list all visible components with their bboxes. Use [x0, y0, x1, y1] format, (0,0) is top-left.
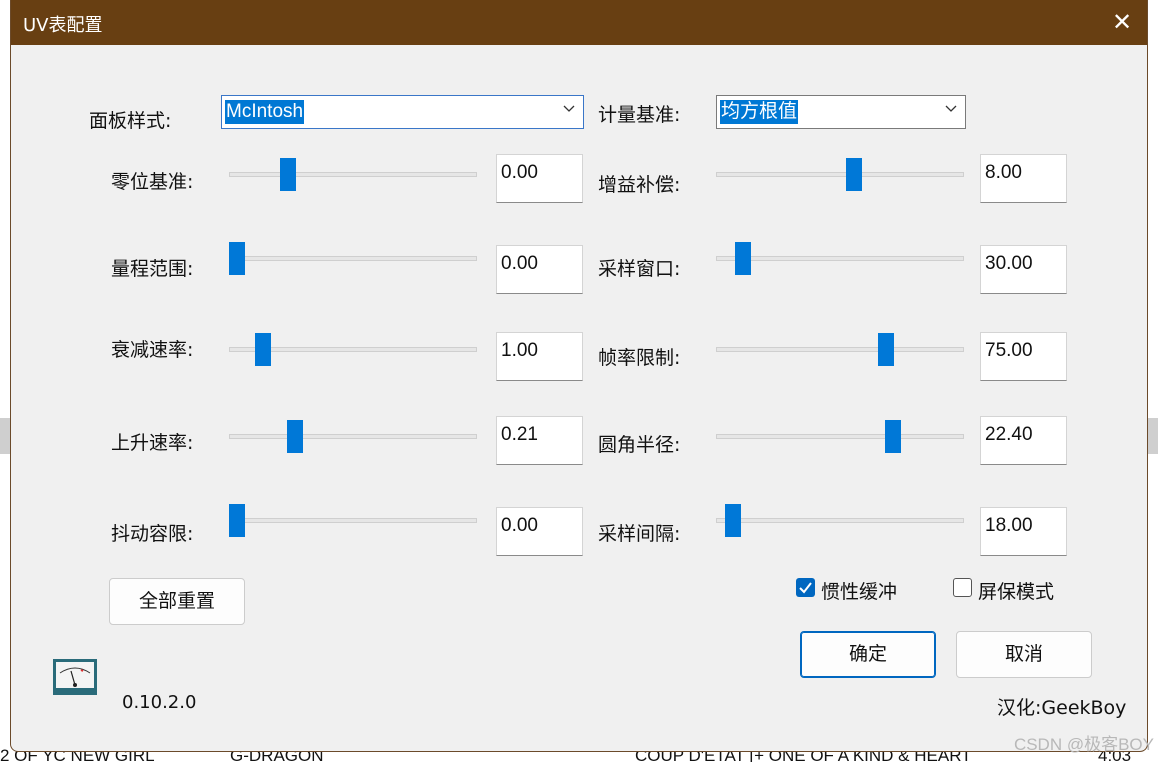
vu-meter-icon	[53, 659, 97, 695]
slider-track[interactable]	[229, 172, 477, 177]
slider-label: 上升速率:	[111, 432, 194, 454]
reset-all-button[interactable]: 全部重置	[109, 578, 245, 625]
title-bar: UV表配置 ✕	[11, 0, 1147, 45]
slider-thumb[interactable]	[287, 420, 303, 453]
slider-thumb[interactable]	[725, 504, 741, 537]
value-field[interactable]: 0.00	[496, 245, 583, 294]
slider-track[interactable]	[716, 347, 964, 352]
screensaver-checkbox[interactable]	[953, 578, 972, 597]
slider-label: 零位基准:	[111, 171, 194, 193]
slider-thumb[interactable]	[735, 242, 751, 275]
slider-track[interactable]	[716, 256, 964, 261]
version-text: 0.10.2.0	[122, 692, 197, 713]
csdn-watermark: CSDN @极客BOY	[1013, 735, 1154, 754]
slider-label: 量程范围:	[111, 258, 194, 280]
value-field[interactable]: 1.00	[496, 332, 583, 381]
value-field[interactable]: 0.00	[496, 154, 583, 203]
value-field[interactable]: 30.00	[980, 245, 1067, 294]
panel-style-label: 面板样式:	[89, 110, 172, 132]
slider-thumb[interactable]	[255, 333, 271, 366]
value-field[interactable]: 22.40	[980, 416, 1067, 465]
slider-track[interactable]	[229, 434, 477, 439]
uv-config-dialog: UV表配置 ✕ 面板样式: McIntosh 计量基准: 均方根值 零位基准: 0…	[10, 0, 1148, 752]
screensaver-label[interactable]: 屏保模式	[978, 577, 1054, 604]
window-title: UV表配置	[23, 15, 103, 36]
panel-style-value: McIntosh	[225, 100, 305, 124]
cancel-button[interactable]: 取消	[956, 631, 1092, 678]
slider-track[interactable]	[716, 172, 964, 177]
value-field[interactable]: 75.00	[980, 332, 1067, 381]
close-button[interactable]: ✕	[1097, 0, 1147, 45]
chevron-down-icon	[563, 105, 575, 112]
chevron-down-icon	[945, 105, 957, 112]
slider-track[interactable]	[716, 434, 964, 439]
slider-thumb[interactable]	[229, 504, 245, 537]
measure-basis-value: 均方根值	[720, 100, 799, 124]
inertia-checkbox[interactable]	[796, 578, 815, 597]
slider-track[interactable]	[229, 518, 477, 523]
ok-button[interactable]: 确定	[800, 631, 936, 678]
slider-thumb[interactable]	[229, 242, 245, 275]
panel-style-select[interactable]: McIntosh	[221, 95, 584, 129]
slider-thumb[interactable]	[878, 333, 894, 366]
slider-label: 采样窗口:	[598, 258, 681, 280]
slider-track[interactable]	[229, 256, 477, 261]
check-icon	[799, 582, 812, 594]
slider-label: 采样间隔:	[598, 523, 681, 545]
value-field[interactable]: 8.00	[980, 154, 1067, 203]
value-field[interactable]: 0.00	[496, 507, 583, 556]
slider-thumb[interactable]	[846, 158, 862, 191]
slider-track[interactable]	[716, 518, 964, 523]
slider-label: 帧率限制:	[598, 347, 681, 369]
slider-label: 抖动容限:	[111, 523, 194, 545]
slider-thumb[interactable]	[885, 420, 901, 453]
slider-label: 增益补偿:	[598, 174, 681, 196]
measure-basis-label: 计量基准:	[598, 104, 681, 126]
value-field[interactable]: 18.00	[980, 507, 1067, 556]
slider-thumb[interactable]	[280, 158, 296, 191]
value-field[interactable]: 0.21	[496, 416, 583, 465]
slider-label: 圆角半径:	[598, 434, 681, 456]
inertia-label[interactable]: 惯性缓冲	[821, 577, 897, 604]
close-icon: ✕	[1111, 8, 1133, 36]
measure-basis-select[interactable]: 均方根值	[716, 95, 966, 129]
credit-text: 汉化:GeekBoy	[997, 697, 1127, 719]
slider-label: 衰减速率:	[111, 339, 194, 361]
